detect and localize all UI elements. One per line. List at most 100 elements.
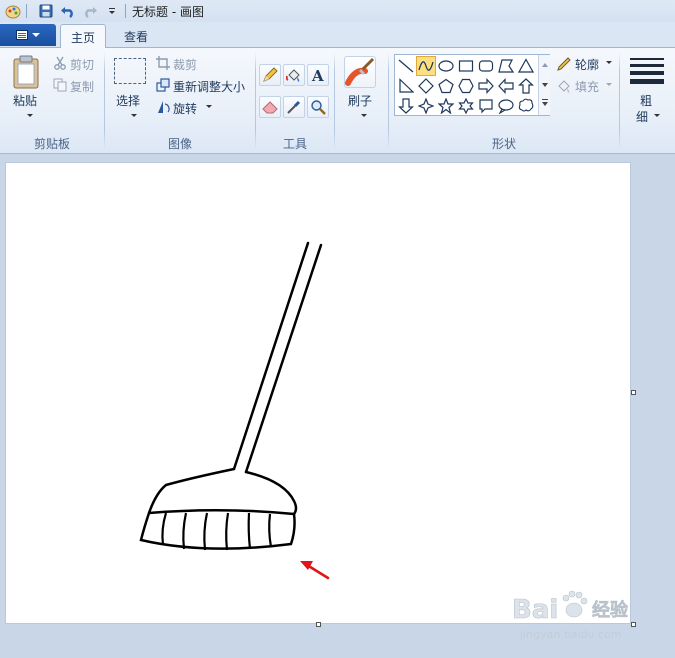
crop-icon[interactable] — [156, 56, 170, 73]
image-group-label: 图像 — [167, 137, 192, 151]
tab-home[interactable]: 主页 — [60, 24, 106, 49]
crop-button-label[interactable]: 裁剪 — [173, 56, 197, 73]
text-tool[interactable]: A — [307, 64, 329, 86]
tools-group: A 工具 — [256, 48, 334, 154]
menu-document-icon — [16, 30, 28, 40]
paint-app-icon[interactable] — [4, 2, 22, 20]
svg-text:jingyan.baidu.com: jingyan.baidu.com — [519, 628, 622, 641]
rectangle-shape[interactable] — [456, 56, 476, 76]
title-separator — [125, 4, 126, 18]
copy-button-label[interactable]: 复制 — [70, 78, 94, 95]
shapes-gallery-scroll[interactable] — [538, 55, 550, 115]
diamond-shape[interactable] — [416, 76, 436, 96]
clipboard-group-label: 剪贴板 — [33, 137, 70, 151]
size-group: 粗 细 — [620, 48, 675, 154]
outline-button-label[interactable]: 轮廓 — [575, 56, 599, 73]
brushes-dropdown-icon[interactable] — [361, 114, 367, 117]
curve-shape[interactable] — [416, 56, 436, 76]
hexagon-shape[interactable] — [456, 76, 476, 96]
tab-strip: 主页 查看 — [0, 22, 675, 49]
broom-drawing — [139, 241, 330, 580]
size-label-line2[interactable]: 细 — [636, 108, 648, 125]
window-title: 无标题 - 画图 — [132, 4, 204, 19]
copy-icon[interactable] — [53, 78, 67, 95]
fill-dropdown-icon[interactable] — [606, 83, 612, 86]
ribbon: 粘贴 剪切 复制 剪贴板 选择 裁剪 重新调整大小 旋转 图像 A 工具 刷子 … — [0, 48, 675, 154]
four-point-star-shape[interactable] — [416, 96, 436, 116]
brush-icon[interactable] — [344, 56, 376, 88]
color-picker-icon — [287, 100, 301, 114]
rotate-button-label[interactable]: 旋转 — [173, 100, 197, 117]
qat-separator — [26, 4, 27, 18]
fill-icon[interactable] — [556, 78, 572, 97]
rounded-callout-shape[interactable] — [476, 96, 496, 116]
gallery-scroll-arrows-icon — [542, 63, 548, 106]
select-dropdown-icon[interactable] — [131, 114, 137, 117]
fill-button-label[interactable]: 填充 — [575, 78, 599, 95]
canvas-resize-handle-right[interactable] — [631, 390, 636, 395]
down-arrow-shape[interactable] — [396, 96, 416, 116]
image-group: 选择 裁剪 重新调整大小 旋转 图像 — [105, 48, 255, 154]
right-triangle-shape[interactable] — [396, 76, 416, 96]
oval-callout-shape[interactable] — [496, 96, 516, 116]
select-icon[interactable] — [114, 58, 146, 84]
outline-dropdown-icon[interactable] — [606, 61, 612, 64]
eraser-tool[interactable] — [259, 96, 281, 118]
shapes-gallery — [394, 54, 550, 116]
paint-menu-button[interactable] — [0, 24, 56, 46]
chevron-down-icon — [32, 33, 40, 37]
paste-dropdown-icon[interactable] — [27, 114, 33, 117]
polygon-shape[interactable] — [496, 56, 516, 76]
six-point-star-shape[interactable] — [456, 96, 476, 116]
drawing-canvas[interactable] — [5, 162, 631, 624]
baidu-watermark: Bai 经验 jingyan.baidu.com — [512, 584, 662, 644]
size-dropdown-icon[interactable] — [654, 114, 660, 117]
rotate-icon[interactable] — [156, 100, 170, 117]
paste-icon[interactable] — [12, 54, 40, 93]
resize-icon[interactable] — [156, 78, 170, 95]
cut-button-label[interactable]: 剪切 — [70, 56, 94, 73]
left-arrow-shape[interactable] — [496, 76, 516, 96]
tools-group-label: 工具 — [282, 137, 307, 151]
magnifier-tool[interactable] — [307, 96, 329, 118]
text-icon: A — [311, 67, 324, 83]
save-icon[interactable] — [37, 2, 55, 20]
resize-button-label[interactable]: 重新调整大小 — [173, 78, 245, 95]
magnifier-icon — [311, 100, 326, 115]
rotate-dropdown-icon[interactable] — [206, 105, 212, 108]
undo-icon[interactable] — [59, 2, 77, 20]
triangle-shape[interactable] — [516, 56, 536, 76]
shapes-group-label: 形状 — [491, 137, 516, 151]
line-shape[interactable] — [396, 56, 416, 76]
outline-icon[interactable] — [556, 56, 572, 75]
up-arrow-shape[interactable] — [516, 76, 536, 96]
select-button-label[interactable]: 选择 — [116, 92, 140, 109]
pencil-tool[interactable] — [259, 64, 281, 86]
canvas-resize-handle-bottom[interactable] — [316, 622, 321, 627]
paste-button-label[interactable]: 粘贴 — [13, 92, 37, 109]
svg-text:Bai: Bai — [512, 595, 558, 625]
size-icon[interactable] — [630, 58, 664, 87]
cloud-callout-shape[interactable] — [516, 96, 536, 116]
rounded-rectangle-shape[interactable] — [476, 56, 496, 76]
baidu-paw-logo-icon: Bai 经验 jingyan.baidu.com — [512, 590, 629, 641]
size-label-line1[interactable]: 粗 — [640, 92, 652, 109]
fill-bucket-icon — [286, 69, 300, 82]
eraser-icon — [262, 101, 278, 114]
brushes-button-label[interactable]: 刷子 — [348, 92, 372, 109]
tab-view[interactable]: 查看 — [114, 24, 158, 49]
cut-icon[interactable] — [53, 56, 67, 73]
brushes-group: 刷子 — [335, 48, 387, 154]
color-picker-tool[interactable] — [283, 96, 305, 118]
fill-tool[interactable] — [283, 64, 305, 86]
clipboard-group: 粘贴 剪切 复制 剪贴板 — [0, 48, 104, 154]
title-bar: 无标题 - 画图 — [0, 0, 675, 22]
pentagon-shape[interactable] — [436, 76, 456, 96]
oval-shape[interactable] — [436, 56, 456, 76]
customize-qat-icon[interactable] — [103, 2, 121, 20]
svg-text:经验: 经验 — [592, 599, 629, 621]
five-point-star-shape[interactable] — [436, 96, 456, 116]
right-arrow-shape[interactable] — [476, 76, 496, 96]
redo-icon[interactable] — [81, 2, 99, 20]
pencil-icon — [263, 67, 278, 82]
